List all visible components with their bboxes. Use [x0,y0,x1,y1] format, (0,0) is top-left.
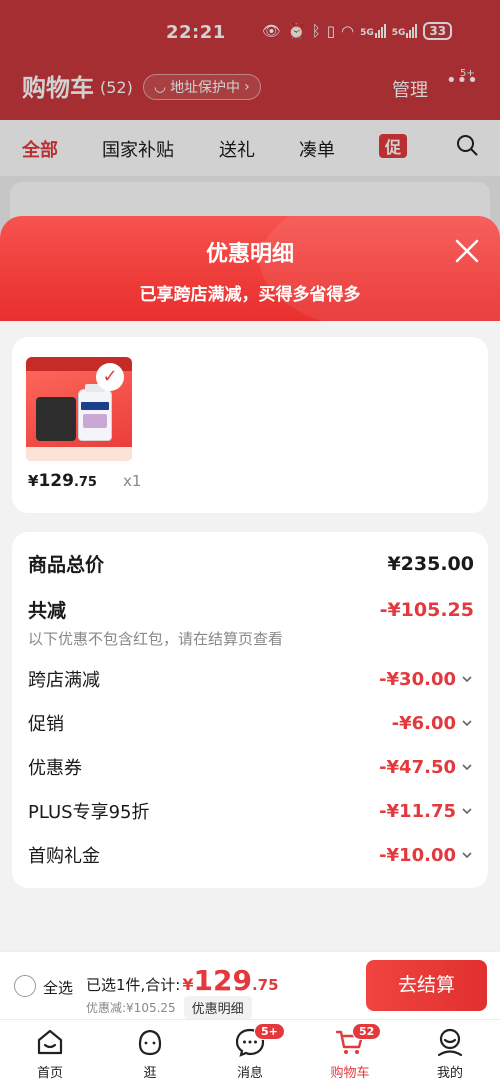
nav-label: 购物车 [330,1066,370,1081]
total-price-label: 商品总价 [28,554,105,576]
total-price-value: ¥235.00 [387,552,474,575]
total-decimal: .75 [251,976,279,994]
product-price: ¥ 129 .75 x1 [28,471,141,491]
discount-label: 跨店满减 [28,670,100,691]
chevron-down-icon [462,808,472,815]
nav-label: 消息 [236,1066,263,1081]
overlay-dim [0,0,500,240]
total-currency: ¥ [182,975,194,994]
message-badge: 5+ [254,1023,285,1040]
profile-icon [437,1028,463,1057]
price-breakdown-card: 商品总价 ¥235.00 共减 -¥105.25 以下优惠不包含红包，请在结算页… [12,532,488,888]
nav-label: 我的 [436,1066,463,1081]
selected-text: 已选1件,合计: [86,976,181,994]
reduced-summary: 优惠减:¥105.25 优惠明细 [86,996,252,1019]
close-icon[interactable] [454,238,480,264]
chevron-down-icon [462,764,472,771]
discount-amount: -¥6.00 [391,712,456,734]
sheet-subtitle: 已享跨店满减，买得多省得多 [139,285,361,305]
discount-row[interactable]: 首购礼金 -¥10.00 [28,842,474,868]
chevron-down-icon [462,852,472,859]
home-icon [37,1029,63,1055]
sheet-header: 优惠明细 已享跨店满减，买得多省得多 [0,216,500,336]
product-card: ✓ ¥ 129 .75 x1 [12,337,488,513]
checkout-summary: 已选1件,合计: ¥ 129 .75 [86,964,279,997]
total-reduce-label: 共减 [28,600,67,622]
discount-amount: -¥11.75 [379,800,456,822]
cart-badge: 52 [352,1023,382,1040]
discount-amount: -¥30.00 [379,668,456,690]
discount-value: -¥10.00 [379,845,474,866]
total-price-row: 商品总价 ¥235.00 [28,550,474,577]
checkout-bar: 全选 已选1件,合计: ¥ 129 .75 优惠减:¥105.25 优惠明细 去… [0,951,500,1019]
price-integer: 129 [38,471,74,491]
chevron-down-icon [462,676,472,683]
discount-row[interactable]: 优惠券 -¥47.50 [28,754,474,780]
browse-icon [138,1029,162,1056]
reduced-text: 优惠减:¥105.25 [86,1001,176,1015]
product-quantity: x1 [122,472,142,490]
nav-messages[interactable]: 5+ 消息 [210,1023,290,1081]
discount-value: -¥47.50 [379,757,474,778]
nav-label: 逛 [143,1066,157,1081]
discount-value: -¥6.00 [392,713,474,734]
discount-value: -¥11.75 [379,801,474,822]
checkout-button[interactable]: 去结算 [366,960,487,1011]
bottle-graphic [78,384,112,441]
discount-row[interactable]: 促销 -¥6.00 [28,710,474,736]
nav-label: 首页 [36,1066,63,1081]
select-all-label[interactable]: 全选 [43,977,73,998]
image-box [36,397,76,441]
discount-amount: -¥10.00 [379,844,456,866]
nav-me[interactable]: 我的 [410,1026,490,1081]
discount-value: -¥30.00 [379,669,474,690]
discount-label: 优惠券 [28,758,82,779]
nav-browse[interactable]: 逛 [110,1026,190,1081]
total-reduce-row: 共减 -¥105.25 [28,596,474,623]
discount-row[interactable]: 跨店满减 -¥30.00 [28,666,474,692]
sheet-title: 优惠明细 [205,242,294,267]
price-decimal: .75 [73,475,97,490]
image-footer [26,447,132,461]
check-icon: ✓ [96,363,124,391]
discount-label: 促销 [28,714,64,735]
bottom-nav: 首页 逛 5+ 消息 52 购物车 我的 [0,1019,500,1085]
nav-home[interactable]: 首页 [10,1026,90,1081]
nav-cart[interactable]: 52 购物车 [310,1023,390,1081]
discount-label: PLUS专享95折 [28,802,150,823]
select-all-checkbox[interactable] [14,975,36,997]
total-integer: 129 [193,964,252,997]
discount-row[interactable]: PLUS专享95折 -¥11.75 [28,798,474,824]
discount-note: 以下优惠不包含红包，请在结算页查看 [28,630,284,648]
discount-label: 首购礼金 [28,846,100,867]
product-image[interactable]: ✓ [26,357,132,461]
total-reduce-value: -¥105.25 [379,598,474,621]
price-currency: ¥ [28,472,39,490]
discount-amount: -¥47.50 [379,756,456,778]
discount-detail-button[interactable]: 优惠明细 [183,996,252,1019]
chevron-down-icon [462,720,472,727]
